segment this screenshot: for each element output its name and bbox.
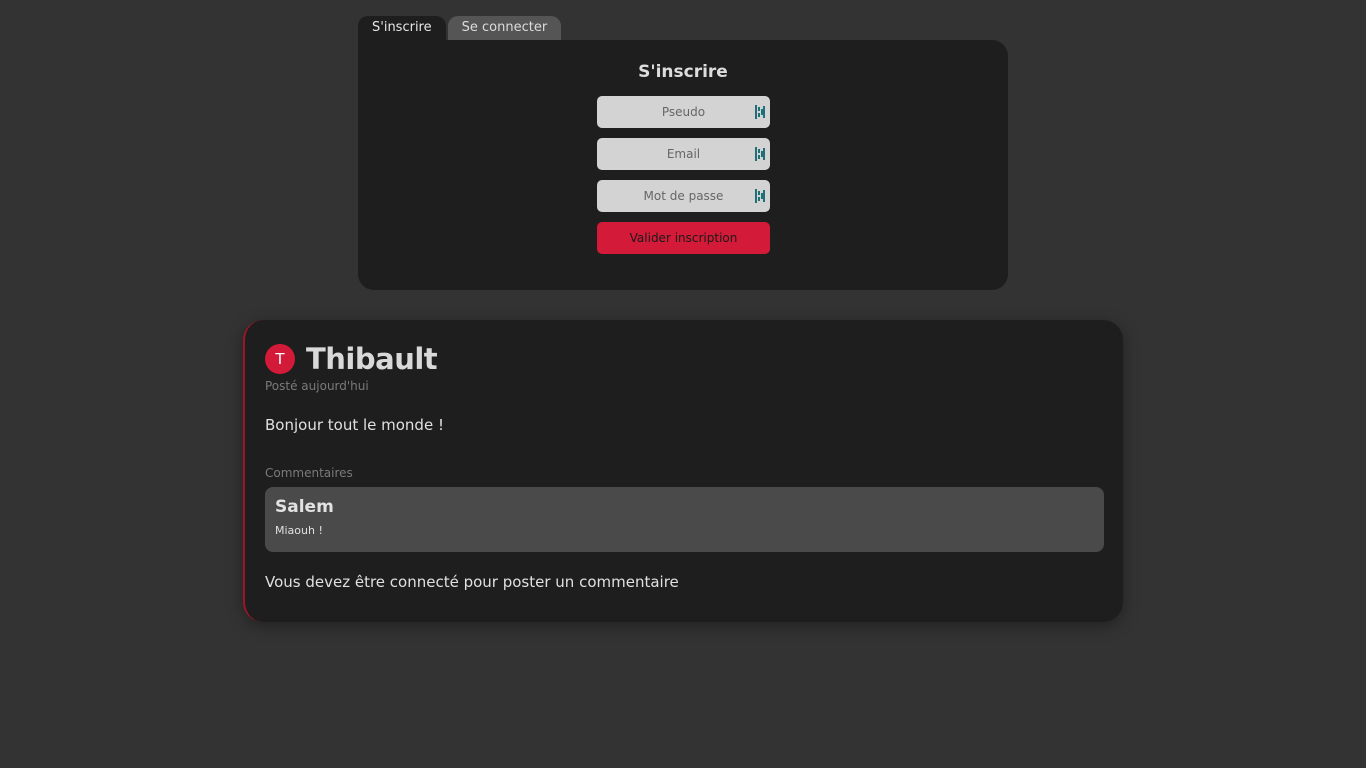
comment-text: Miaouh !: [275, 524, 323, 537]
auth-tabs: S'inscrire Se connecter: [358, 16, 1008, 40]
post-date: Posté aujourd'hui: [265, 379, 369, 393]
comment-item: Salem Miaouh !: [265, 487, 1104, 552]
comments-label: Commentaires: [265, 466, 353, 480]
submit-signup-button[interactable]: Valider inscription: [597, 222, 770, 254]
email-field[interactable]: [597, 138, 770, 170]
password-input[interactable]: [597, 180, 770, 212]
tab-signup[interactable]: S'inscrire: [358, 16, 446, 40]
password-manager-icon[interactable]: [754, 188, 766, 204]
auth-panel: S'inscrire Se connecter S'inscrire Pseud…: [358, 16, 1008, 290]
post-author: Thibault: [306, 342, 438, 376]
login-notice: Vous devez être connecté pour poster un …: [265, 573, 679, 591]
post-header: T Thibault: [265, 342, 438, 376]
password-manager-icon[interactable]: [754, 104, 766, 120]
comment-author: Salem: [275, 497, 334, 517]
signup-title: S'inscrire: [638, 62, 728, 82]
signup-card: S'inscrire Pseudo Email Valider inscript…: [358, 40, 1008, 290]
post-body: Bonjour tout le monde !: [265, 416, 444, 434]
pseudo-input[interactable]: [597, 96, 770, 128]
password-field[interactable]: [597, 180, 770, 212]
tab-login[interactable]: Se connecter: [447, 16, 562, 40]
email-input[interactable]: [597, 138, 770, 170]
avatar: T: [265, 344, 295, 374]
post-card: T Thibault Posté aujourd'hui Bonjour tou…: [243, 320, 1123, 622]
pseudo-field[interactable]: [597, 96, 770, 128]
password-manager-icon[interactable]: [754, 146, 766, 162]
